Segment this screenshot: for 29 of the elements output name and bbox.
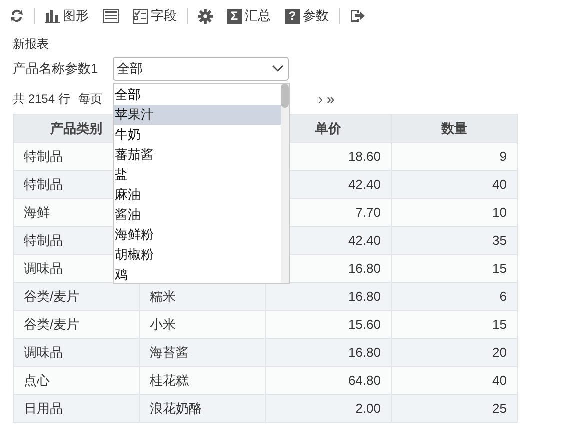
chevron-down-icon: [272, 65, 284, 73]
checklist-icon: [133, 8, 148, 24]
glyph-icon: Σ: [227, 8, 242, 24]
scrollbar-thumb[interactable]: [281, 84, 289, 108]
dropdown-option[interactable]: 苹果汁: [114, 105, 281, 125]
exit-icon: [350, 9, 367, 23]
table-cell: 浪花奶酪: [140, 394, 266, 422]
dropdown-option[interactable]: 全部: [114, 85, 281, 105]
layout-icon: [103, 9, 119, 23]
table-cell: 2.00: [266, 394, 392, 422]
toolbar-button[interactable]: 图形: [41, 5, 93, 27]
report-title: 新报表: [12, 36, 50, 53]
total-rows: 共 2154 行: [13, 90, 70, 108]
table-cell: 日用品: [14, 394, 140, 422]
bar-chart-icon: [45, 9, 60, 23]
settings-icon: [198, 8, 213, 24]
toolbar-button[interactable]: Σ 汇总: [223, 5, 275, 27]
table-cell: 25: [392, 394, 518, 422]
column-header: 数量: [392, 114, 518, 142]
toolbar-button[interactable]: ? 参数: [281, 5, 333, 27]
last-page-button[interactable]: »: [327, 91, 335, 107]
next-page-button[interactable]: ›: [318, 91, 324, 107]
toolbar-button[interactable]: 字段: [129, 5, 181, 27]
scrollbar[interactable]: [281, 84, 289, 283]
refresh-icon: [10, 9, 24, 23]
parameter-label: 产品名称参数1: [13, 60, 100, 78]
glyph-icon: ?: [285, 8, 300, 24]
parameter-select[interactable]: 全部: [113, 57, 289, 81]
per-page-label: 每页: [78, 90, 102, 108]
